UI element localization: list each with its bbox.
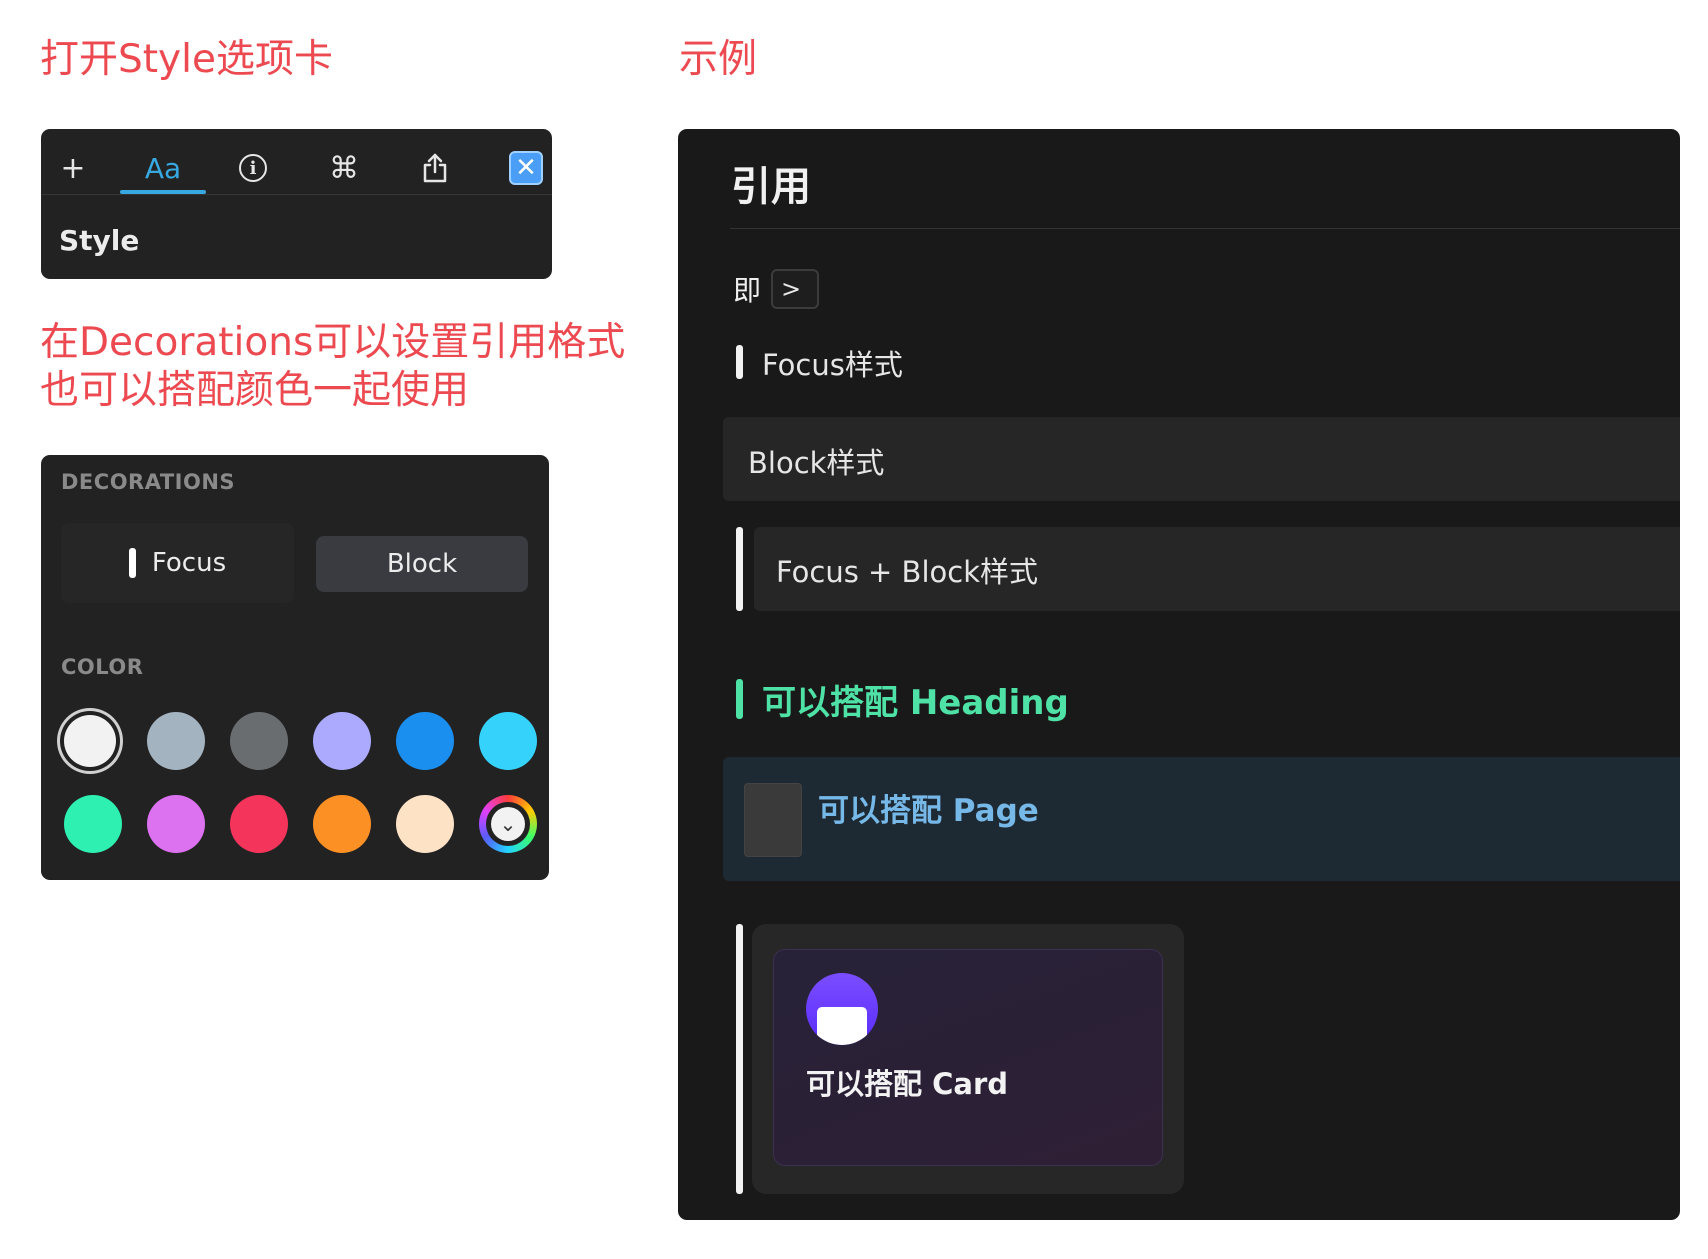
color-header: COLOR	[61, 655, 144, 679]
style-section-label: Style	[59, 224, 140, 257]
toolbar-divider	[41, 194, 552, 195]
command-button[interactable]: ⌘	[314, 147, 374, 189]
share-icon	[423, 153, 447, 183]
focus-button[interactable]: Focus	[61, 523, 294, 603]
block-button[interactable]: Block	[316, 536, 528, 592]
annotation-decorations-line1: 在Decorations可以设置引用格式	[40, 320, 626, 365]
annotation-decorations-line2: 也可以搭配颜色一起使用	[40, 368, 470, 413]
card-text: 可以搭配 Card	[806, 1067, 1009, 1101]
info-icon: i	[239, 154, 267, 182]
color-swatch-red[interactable]	[230, 795, 288, 853]
text-style-icon: Aa	[144, 151, 182, 185]
focus-bar-icon	[128, 548, 136, 578]
annotation-open-style: 打开Style选项卡	[40, 37, 333, 82]
annotation-example: 示例	[679, 37, 758, 82]
block-button-label: Block	[386, 549, 458, 579]
style-toolbar-panel: + Aa i ⌘ ✕ Style	[41, 129, 552, 279]
color-swatch-orange[interactable]	[313, 795, 371, 853]
decorations-header: DECORATIONS	[61, 470, 236, 494]
color-swatch-blue[interactable]	[396, 712, 454, 770]
focus-block-quote-bar	[736, 527, 743, 611]
share-button[interactable]	[405, 147, 465, 189]
plus-icon[interactable]: +	[43, 147, 103, 189]
shortcut-key: >	[771, 269, 820, 309]
focus-quote-bar	[736, 345, 743, 379]
color-swatch-white[interactable]	[64, 715, 116, 767]
focus-style-text[interactable]: Focus样式	[762, 342, 903, 384]
example-title: 引用	[731, 164, 811, 210]
tab-style[interactable]: Aa	[133, 147, 193, 189]
close-icon: ✕	[509, 151, 543, 185]
color-swatch-green[interactable]	[64, 795, 122, 853]
color-swatch-cyan[interactable]	[479, 712, 537, 770]
title-divider	[730, 228, 1680, 229]
card-app-icon	[806, 973, 878, 1045]
page-icon	[744, 783, 802, 857]
custom-color-picker[interactable]: ⌄	[479, 795, 537, 853]
decorations-panel: DECORATIONS Focus Block COLOR ⌄	[41, 455, 549, 880]
shortcut-hint-text: 即	[733, 274, 762, 307]
command-icon: ⌘	[329, 150, 359, 186]
color-swatch-gray-blue[interactable]	[147, 712, 205, 770]
heading-quote-bar	[736, 679, 743, 719]
color-swatch-lavender[interactable]	[313, 712, 371, 770]
info-button[interactable]: i	[223, 147, 283, 189]
close-button[interactable]: ✕	[496, 147, 552, 189]
picker-ring: ⌄	[486, 802, 530, 846]
color-swatch-gray[interactable]	[230, 712, 288, 770]
shortcut-hint: 即 >	[733, 269, 820, 309]
chevron-down-icon: ⌄	[491, 807, 525, 841]
color-swatch-peach[interactable]	[396, 795, 454, 853]
focus-button-label: Focus	[151, 548, 227, 578]
page-quote-text: 可以搭配 Page	[818, 793, 1039, 829]
example-panel: 引用 即 > Focus样式 Block样式 Focus + Block样式 可…	[678, 129, 1680, 1220]
color-swatch-purple[interactable]	[147, 795, 205, 853]
block-style-text: Block样式	[748, 446, 885, 480]
focus-block-style-text: Focus + Block样式	[776, 555, 1038, 589]
card-quote-bar	[736, 924, 743, 1194]
heading-quote-text[interactable]: 可以搭配 Heading	[762, 675, 1069, 724]
